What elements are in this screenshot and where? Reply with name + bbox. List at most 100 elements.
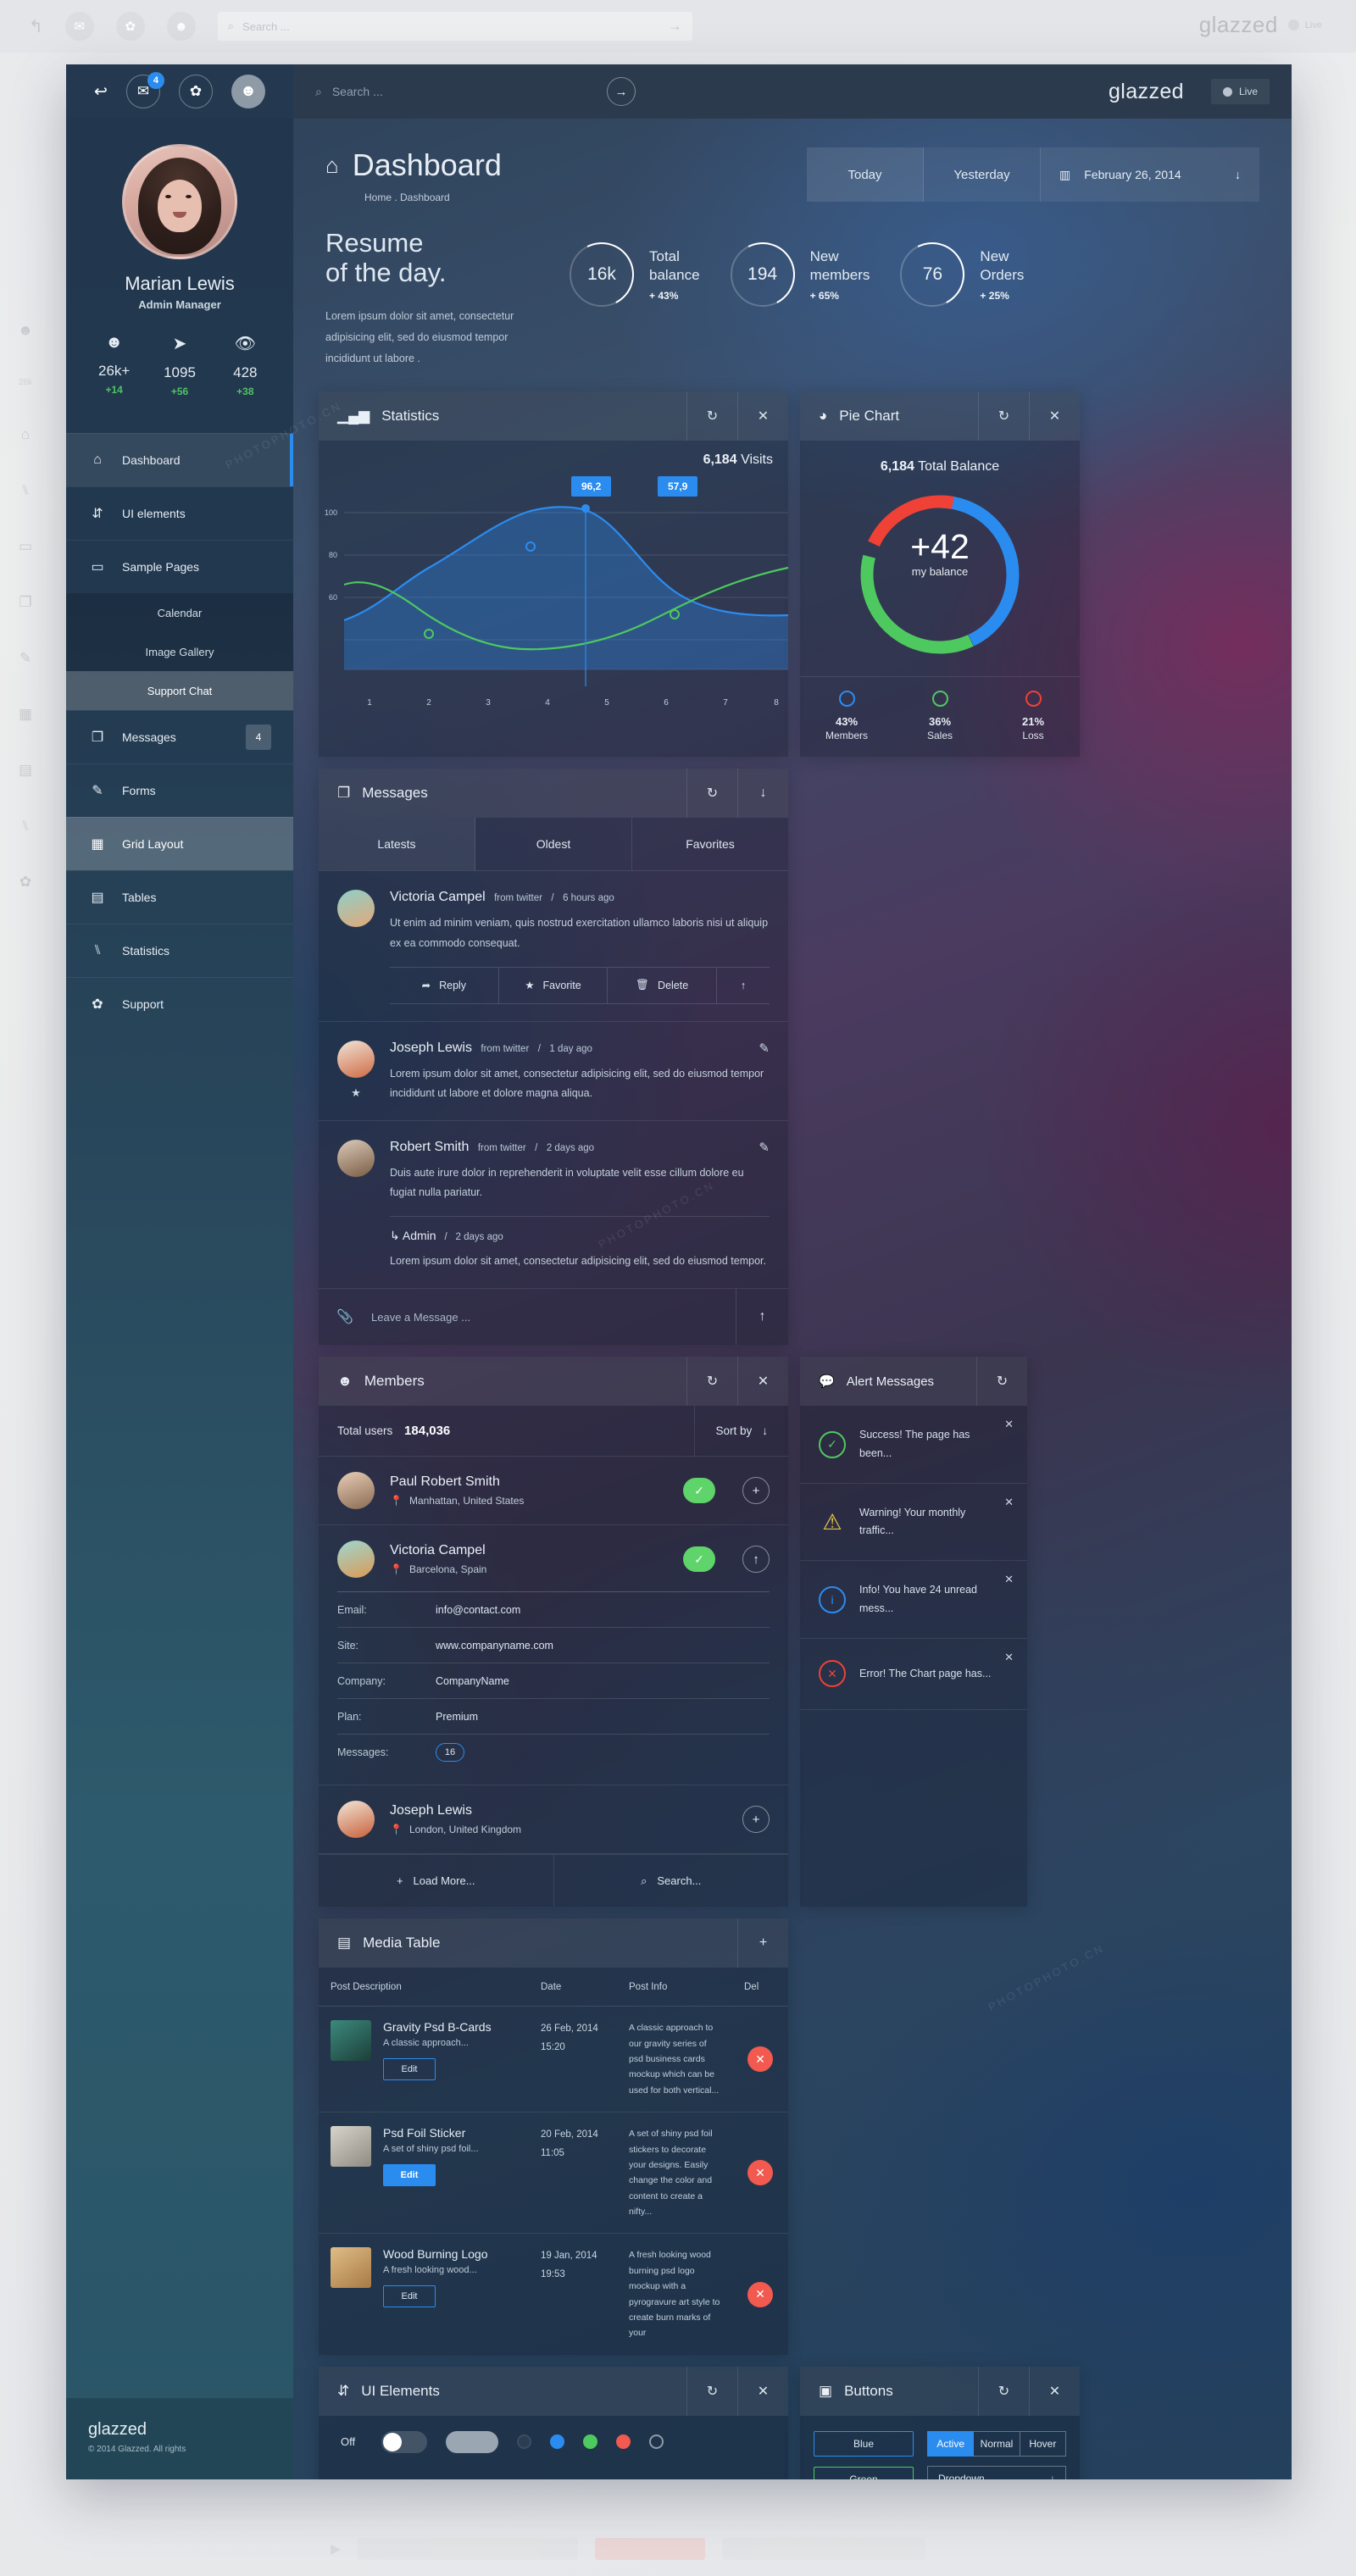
dropdown-closed[interactable]: Dropdown ↓	[927, 2465, 1066, 2479]
sidebar-item-label: Dashboard	[122, 453, 181, 467]
account-avatar-icon[interactable]: ☻	[231, 75, 265, 108]
global-search[interactable]: ⌕	[315, 85, 595, 99]
close-icon[interactable]: ✕	[737, 2366, 788, 2416]
radio-green[interactable]	[583, 2434, 597, 2450]
close-icon[interactable]: ✕	[1004, 1496, 1014, 1509]
members-search-button[interactable]: ⌕ Search...	[554, 1855, 789, 1907]
pill-switch-off[interactable]	[446, 2430, 498, 2453]
sidebar-subitem-image-gallery[interactable]: Image Gallery	[66, 632, 293, 671]
favorite-button[interactable]: ★ Favorite	[499, 967, 609, 1003]
sidebar-subitem-label: Support Chat	[147, 684, 213, 697]
refresh-icon[interactable]: ↻	[686, 1357, 737, 1407]
live-status-badge[interactable]: Live	[1210, 79, 1270, 104]
sidebar-subitem-calendar[interactable]: Calendar	[66, 593, 293, 632]
refresh-icon[interactable]: ↻	[978, 2366, 1029, 2416]
sidebar-item-statistics[interactable]: ⑊ Statistics	[66, 924, 293, 977]
browser-account-icon[interactable]: ☻	[166, 12, 196, 41]
sidebar-item-ui-elements[interactable]: ⇵ UI elements	[66, 486, 293, 540]
refresh-icon[interactable]: ↻	[686, 391, 737, 441]
plus-icon[interactable]: +	[737, 1918, 788, 1968]
panel-title: ▤ Media Table	[319, 1935, 737, 1951]
state-normal[interactable]: Normal	[974, 2430, 1020, 2457]
browser-mail-icon[interactable]: ✉	[64, 12, 94, 41]
button-blue[interactable]: Blue	[814, 2430, 914, 2457]
search-submit-icon[interactable]: →	[607, 77, 636, 106]
svg-text:7: 7	[723, 698, 728, 708]
close-icon[interactable]: ✕	[1004, 1418, 1014, 1431]
dropdown-label: Dropdown	[938, 2472, 985, 2479]
edit-icon[interactable]: ✎	[759, 1041, 770, 1056]
refresh-icon[interactable]: ↻	[686, 2366, 737, 2416]
button-green[interactable]: Green	[814, 2466, 914, 2479]
message-input[interactable]	[371, 1310, 736, 1324]
toggle-off-label: Off	[341, 2435, 356, 2449]
close-icon[interactable]: ✕	[737, 391, 788, 441]
sidebar-item-dashboard[interactable]: ⌂ Dashboard	[66, 433, 293, 486]
sidebar-item-sample-pages[interactable]: ▭ Sample Pages	[66, 540, 293, 593]
close-icon[interactable]: ✕	[737, 1357, 788, 1407]
add-member-button[interactable]: +	[742, 1477, 770, 1505]
browser-go-icon[interactable]: →	[668, 18, 682, 35]
refresh-icon[interactable]: ↻	[686, 769, 737, 819]
tab-label: Oldest	[536, 837, 571, 852]
settings-gear-icon[interactable]: ✿	[178, 75, 213, 108]
sidebar-subitem-support-chat[interactable]: Support Chat	[66, 671, 293, 710]
tab-favorites[interactable]: Favorites	[632, 818, 788, 870]
eye-icon: 👁	[234, 335, 257, 353]
sidebar-item-forms[interactable]: ✎ Forms	[66, 763, 293, 817]
close-icon[interactable]: ✕	[1004, 1651, 1014, 1664]
edit-button[interactable]: Edit	[383, 2164, 436, 2187]
close-icon[interactable]: ✕	[1029, 2366, 1080, 2416]
delete-button[interactable]: ✕	[747, 2046, 773, 2073]
close-icon[interactable]: ✕	[1004, 1573, 1014, 1586]
sidebar-item-messages[interactable]: ❐ Messages 4	[66, 710, 293, 763]
media-title: Wood Burning Logo	[383, 2247, 488, 2262]
tab-latests[interactable]: Latests	[319, 818, 475, 871]
segment-today[interactable]: Today	[807, 147, 924, 202]
legend-percent: 36%	[928, 715, 952, 729]
profile-name: Marian Lewis	[125, 273, 235, 294]
state-hover[interactable]: Hover	[1020, 2430, 1066, 2457]
send-icon[interactable]: ↑	[736, 1289, 788, 1346]
search-input[interactable]	[331, 85, 544, 98]
date-picker[interactable]: ▥ February 26, 2014 ↓	[1041, 147, 1259, 202]
radio-blue[interactable]	[550, 2434, 564, 2450]
delete-button[interactable]: ✕	[747, 2281, 773, 2307]
reply-button[interactable]: ➦ Reply	[390, 967, 499, 1003]
refresh-icon[interactable]: ↻	[978, 391, 1029, 441]
sort-by-button[interactable]: Sort by ↓	[694, 1405, 788, 1457]
close-icon[interactable]: ✕	[1029, 391, 1080, 441]
edit-button[interactable]: Edit	[383, 2285, 436, 2308]
toggle-row-off: Off	[319, 2416, 788, 2468]
tab-oldest[interactable]: Oldest	[475, 818, 632, 871]
collapse-icon[interactable]: ↑	[717, 968, 770, 1003]
mail-button[interactable]: ✉ 4	[125, 72, 164, 108]
browser-settings-icon[interactable]: ✿	[115, 12, 145, 41]
radio-dark[interactable]	[517, 2434, 531, 2450]
add-member-button[interactable]: +	[742, 1806, 770, 1834]
refresh-icon[interactable]: ↻	[976, 1357, 1027, 1407]
segment-yesterday[interactable]: Yesterday	[924, 147, 1041, 202]
arrow-down-icon[interactable]: ↓	[737, 769, 788, 819]
toggle-switch-off[interactable]	[381, 2430, 427, 2453]
delete-button[interactable]: ✕	[747, 2160, 773, 2186]
app-window: ↩ ✉ 4 ✿ ☻ ⌕ → glazzed Live	[66, 64, 1292, 2479]
ghost-gear-icon: ✿	[19, 874, 32, 890]
sidebar-item-grid-layout[interactable]: ▦ Grid Layout	[66, 817, 293, 870]
star-icon[interactable]: ★	[337, 1086, 375, 1100]
radio-empty[interactable]	[649, 2434, 664, 2450]
browser-back-icon[interactable]: ↰	[29, 16, 43, 37]
browser-search-field[interactable]: ⌕ Search ... →	[217, 12, 692, 41]
state-active[interactable]: Active	[927, 2430, 975, 2457]
sidebar-item-support[interactable]: ✿ Support	[66, 977, 293, 1030]
edit-icon[interactable]: ✎	[759, 1140, 770, 1155]
edit-button[interactable]: Edit	[383, 2058, 436, 2081]
attachment-icon[interactable]: 📎	[319, 1308, 371, 1325]
sidebar-item-tables[interactable]: ▤ Tables	[66, 870, 293, 924]
back-arrow-icon[interactable]: ↩	[94, 82, 108, 102]
radio-red[interactable]	[616, 2434, 631, 2450]
load-more-button[interactable]: + Load More...	[319, 1855, 554, 1907]
collapse-member-button[interactable]: ↑	[742, 1546, 770, 1574]
message-body: ✎ Robert Smith from twitter / 2 days ago…	[390, 1140, 770, 1271]
delete-button[interactable]: 🗑 Delete	[608, 967, 718, 1003]
